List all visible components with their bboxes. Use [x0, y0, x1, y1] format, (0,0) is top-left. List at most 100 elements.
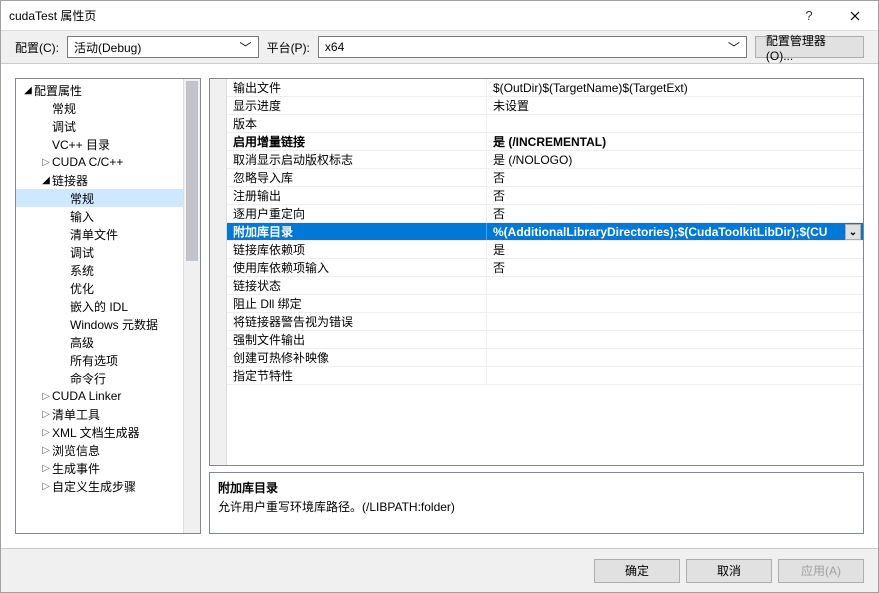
tree-item[interactable]: 嵌入的 IDL [16, 297, 183, 315]
tree-item[interactable]: ▷生成事件 [16, 459, 183, 477]
tree-item[interactable]: 调试 [16, 117, 183, 135]
tree-item[interactable]: ▷自定义生成步骤 [16, 477, 183, 495]
property-row[interactable]: 使用库依赖项输入否 [227, 259, 863, 277]
config-combo[interactable]: 活动(Debug) ﹀ [67, 36, 259, 58]
property-value[interactable]: 否 [487, 205, 863, 222]
tree-item[interactable]: 常规 [16, 99, 183, 117]
tree-arrow-icon[interactable]: ▷ [40, 391, 52, 402]
property-row[interactable]: 注册输出否 [227, 187, 863, 205]
property-name: 版本 [227, 115, 487, 132]
property-value[interactable]: 是 (/NOLOGO) [487, 151, 863, 168]
apply-button[interactable]: 应用(A) [778, 559, 864, 583]
property-row[interactable]: 阻止 Dll 绑定 [227, 295, 863, 313]
property-name: 将链接器警告视为错误 [227, 313, 487, 330]
tree-arrow-icon[interactable]: ▷ [40, 427, 52, 438]
tree-item[interactable]: 所有选项 [16, 351, 183, 369]
property-value[interactable] [487, 331, 863, 348]
tree-arrow-icon[interactable]: ▷ [40, 409, 52, 420]
property-row[interactable]: 创建可热修补映像 [227, 349, 863, 367]
tree-item[interactable]: Windows 元数据 [16, 315, 183, 333]
property-grid[interactable]: 输出文件$(OutDir)$(TargetName)$(TargetExt)显示… [227, 79, 863, 465]
tree-item-label: XML 文档生成器 [52, 424, 140, 441]
tree-scrollbar-thumb[interactable] [186, 81, 198, 261]
property-value[interactable]: 否 [487, 187, 863, 204]
tree-item[interactable]: 输入 [16, 207, 183, 225]
property-row[interactable]: 指定节特性 [227, 367, 863, 385]
property-value[interactable]: 否 [487, 259, 863, 276]
property-row[interactable]: 版本 [227, 115, 863, 133]
property-row[interactable]: 忽略导入库否 [227, 169, 863, 187]
tree-arrow-icon[interactable]: ▷ [40, 463, 52, 474]
description-title: 附加库目录 [218, 479, 855, 496]
property-row[interactable]: 取消显示启动版权标志是 (/NOLOGO) [227, 151, 863, 169]
tree-arrow-icon[interactable]: ▷ [40, 157, 52, 168]
tree-item-label: 输入 [70, 208, 94, 225]
close-button[interactable] [832, 1, 878, 31]
tree[interactable]: ◢配置属性常规调试VC++ 目录▷CUDA C/C++◢链接器常规输入清单文件调… [16, 79, 183, 533]
ok-button[interactable]: 确定 [594, 559, 680, 583]
tree-arrow-icon[interactable]: ◢ [40, 175, 52, 186]
tree-item[interactable]: 清单文件 [16, 225, 183, 243]
property-value[interactable]: $(OutDir)$(TargetName)$(TargetExt) [487, 79, 863, 96]
tree-item[interactable]: 高级 [16, 333, 183, 351]
tree-item[interactable]: 系统 [16, 261, 183, 279]
tree-item[interactable]: ◢链接器 [16, 171, 183, 189]
help-button[interactable]: ? [786, 1, 832, 31]
tree-item[interactable]: 命令行 [16, 369, 183, 387]
property-value[interactable] [487, 367, 863, 384]
tree-item[interactable]: 调试 [16, 243, 183, 261]
property-row[interactable]: 逐用户重定向否 [227, 205, 863, 223]
property-name: 指定节特性 [227, 367, 487, 384]
dropdown-button[interactable]: ⌄ [845, 224, 861, 240]
property-row[interactable]: 将链接器警告视为错误 [227, 313, 863, 331]
tree-item-label: 常规 [52, 100, 76, 117]
tree-arrow-icon[interactable]: ◢ [22, 85, 34, 96]
right-panel: 输出文件$(OutDir)$(TargetName)$(TargetExt)显示… [209, 78, 864, 534]
tree-item[interactable]: ▷XML 文档生成器 [16, 423, 183, 441]
property-row[interactable]: 输出文件$(OutDir)$(TargetName)$(TargetExt) [227, 79, 863, 97]
tree-item[interactable]: ◢配置属性 [16, 81, 183, 99]
property-value[interactable] [487, 313, 863, 330]
tree-item[interactable]: 优化 [16, 279, 183, 297]
config-manager-button[interactable]: 配置管理器(O)... [755, 36, 864, 58]
tree-item-label: 系统 [70, 262, 94, 279]
property-row[interactable]: 附加库目录%(AdditionalLibraryDirectories);$(C… [227, 223, 863, 241]
platform-combo[interactable]: x64 ﹀ [318, 36, 747, 58]
tree-scrollbar[interactable] [183, 79, 200, 533]
property-value[interactable]: 未设置 [487, 97, 863, 114]
tree-item-label: 配置属性 [34, 82, 82, 99]
tree-arrow-icon[interactable]: ▷ [40, 481, 52, 492]
chevron-down-icon: ﹀ [728, 39, 740, 56]
property-name: 强制文件输出 [227, 331, 487, 348]
tree-item[interactable]: ▷CUDA Linker [16, 387, 183, 405]
property-value[interactable]: 是 (/INCREMENTAL) [487, 133, 863, 150]
property-row[interactable]: 显示进度未设置 [227, 97, 863, 115]
property-name: 输出文件 [227, 79, 487, 96]
property-value[interactable]: 是 [487, 241, 863, 258]
cancel-button[interactable]: 取消 [686, 559, 772, 583]
property-row[interactable]: 链接状态 [227, 277, 863, 295]
property-row[interactable]: 启用增量链接是 (/INCREMENTAL) [227, 133, 863, 151]
property-name: 链接状态 [227, 277, 487, 294]
tree-arrow-icon[interactable]: ▷ [40, 445, 52, 456]
property-name: 忽略导入库 [227, 169, 487, 186]
grid-leftscroll[interactable] [210, 79, 227, 465]
property-value[interactable] [487, 349, 863, 366]
property-value[interactable] [487, 277, 863, 294]
property-value[interactable]: %(AdditionalLibraryDirectories);$(CudaTo… [487, 223, 863, 240]
property-value[interactable] [487, 115, 863, 132]
tree-item-label: CUDA Linker [52, 389, 121, 403]
tree-item[interactable]: ▷CUDA C/C++ [16, 153, 183, 171]
tree-item[interactable]: 常规 [16, 189, 183, 207]
tree-item-label: 常规 [70, 190, 94, 207]
property-row[interactable]: 强制文件输出 [227, 331, 863, 349]
tree-item[interactable]: VC++ 目录 [16, 135, 183, 153]
property-value[interactable]: 否 [487, 169, 863, 186]
tree-item-label: 链接器 [52, 172, 88, 189]
tree-item[interactable]: ▷清单工具 [16, 405, 183, 423]
property-value[interactable] [487, 295, 863, 312]
tree-item[interactable]: ▷浏览信息 [16, 441, 183, 459]
property-row[interactable]: 链接库依赖项是 [227, 241, 863, 259]
window-title: cudaTest 属性页 [9, 7, 786, 24]
property-name: 创建可热修补映像 [227, 349, 487, 366]
